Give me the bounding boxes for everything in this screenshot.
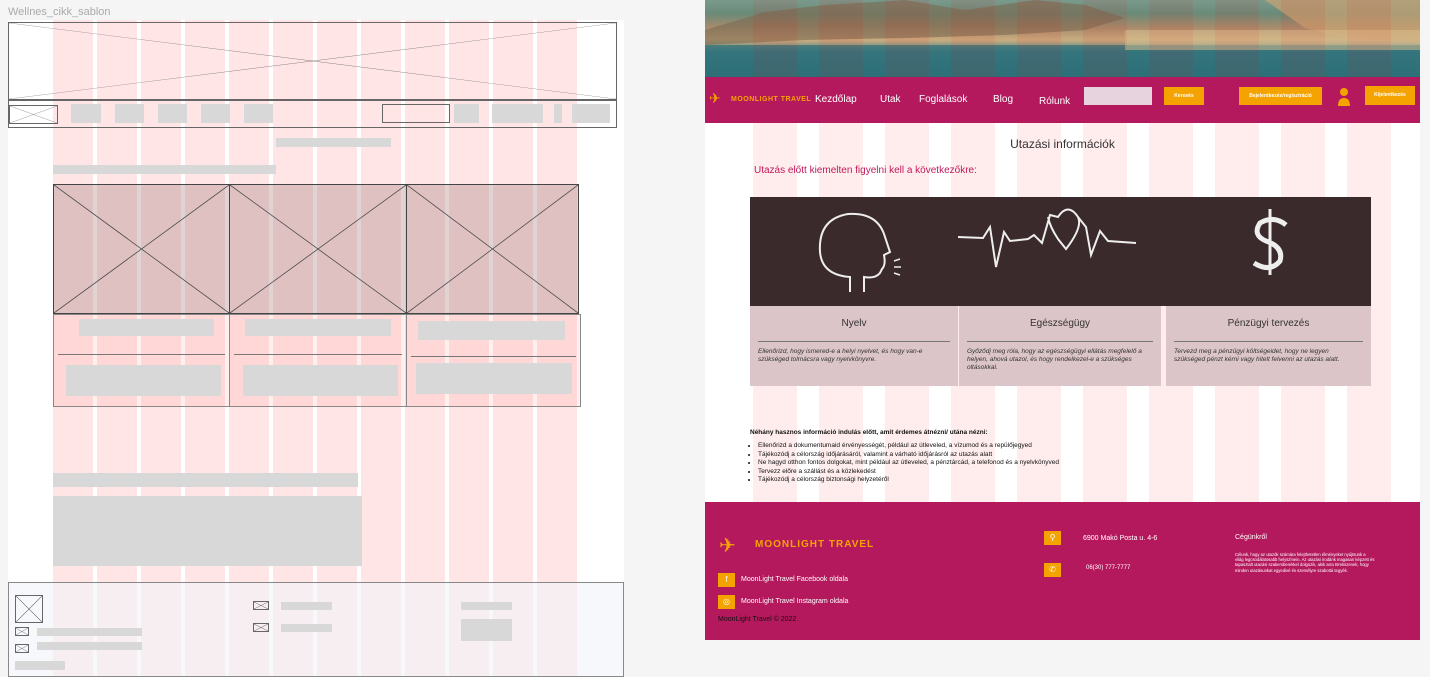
tip-item: Tájékozódj a célország időjárásáról, val… — [758, 451, 1350, 460]
card-finance: Pénzügyi tervezés Tervezd meg a pénzügyi… — [1166, 306, 1371, 386]
wf-button-placeholder — [572, 104, 610, 123]
card-title: Pénzügyi tervezés — [1227, 318, 1310, 329]
wf-footer-icon — [253, 601, 269, 610]
wf-button-placeholder — [454, 104, 479, 123]
wf-nav-item — [158, 104, 187, 123]
card-language-image — [750, 197, 958, 306]
design-frame: ✈ MOONLIGHT TRAVEL Kezdőlap Utak Foglalá… — [705, 0, 1420, 640]
tip-item: Tervezz előre a szállást és a közlekedés… — [758, 468, 1350, 477]
nav-utak[interactable]: Utak — [880, 94, 901, 105]
wf-nav-item — [115, 104, 144, 123]
wf-card-image — [229, 184, 407, 314]
wf-card-image — [53, 184, 230, 314]
frame-label: Wellnes_cikk_sablon — [8, 6, 111, 18]
page-subtitle: Utazás előtt kiemelten figyelni kell a k… — [754, 165, 977, 176]
card-finance-image — [1166, 197, 1371, 306]
site-footer: ✈ MOONLIGHT TRAVEL f MoonLight Travel Fa… — [705, 502, 1420, 640]
footer-logo-icon: ✈ — [719, 535, 736, 557]
search-input[interactable] — [1084, 87, 1152, 105]
card-title: Egészségügy — [1029, 318, 1091, 329]
user-icon[interactable] — [1337, 87, 1351, 107]
instagram-link[interactable]: MoonLight Travel Instagram oldala — [741, 598, 848, 605]
wf-card-body — [406, 314, 581, 407]
about-title: Cégünkről — [1235, 534, 1267, 541]
wf-search-placeholder — [382, 104, 450, 123]
search-button[interactable]: Keresés — [1164, 87, 1204, 105]
brand-logo-icon[interactable]: ✈ — [709, 90, 721, 107]
card-health: Egészségügy Győződj meg róla, hogy az eg… — [959, 306, 1161, 386]
logout-button[interactable]: Kijelentkezés — [1365, 86, 1415, 105]
card-text: Ellenőrizd, hogy ismered-e a helyi nyelv… — [758, 348, 923, 363]
tip-item: Ellenőrizd a dokumentumaid érvényességét… — [758, 442, 1350, 451]
wf-footer-icon — [253, 623, 269, 632]
wf-hero-placeholder — [8, 22, 617, 100]
wf-card-body — [229, 314, 407, 407]
wf-nav-item — [71, 104, 101, 123]
about-text: Célunk, hogy az utazók számára felejthet… — [1235, 552, 1375, 573]
phone-icon: ✆ — [1044, 563, 1061, 577]
wf-footer-logo — [15, 595, 43, 623]
wf-footer-icon — [15, 627, 29, 636]
nav-kezdolap[interactable]: Kezdőlap — [815, 94, 857, 105]
nav-foglalasok[interactable]: Foglalások — [919, 94, 967, 105]
page-title: Utazási információk — [1010, 137, 1115, 151]
card-text: Tervezd meg a pénzügyi költségeidet, hog… — [1174, 348, 1340, 363]
wf-title-placeholder — [276, 138, 391, 147]
location-icon: ⚲ — [1044, 531, 1061, 545]
tips-title: Néhány hasznos információ indulás előtt,… — [750, 429, 988, 436]
hero-image — [705, 0, 1420, 77]
wf-nav-item — [244, 104, 273, 123]
footer-address: 6900 Makó Posta u. 4-6 — [1083, 535, 1158, 542]
nav-blog[interactable]: Blog — [993, 94, 1013, 105]
wireframe-frame — [8, 20, 624, 677]
wf-subtitle-placeholder — [53, 165, 276, 174]
heartbeat-icon — [957, 208, 1137, 268]
wf-card-image — [406, 184, 579, 314]
wf-button-placeholder — [554, 104, 562, 123]
tip-item: Tájékozódj a célország biztonsági helyze… — [758, 476, 1350, 485]
wf-footer-icon — [15, 644, 29, 653]
login-register-button[interactable]: Bejelentkezés/regisztráció — [1239, 87, 1322, 105]
copyright-text: MoonLight Travel © 2022 — [718, 616, 797, 623]
footer-phone: 06(30) 777-7777 — [1086, 565, 1131, 571]
dollar-icon — [1252, 209, 1288, 275]
facebook-icon[interactable]: f — [718, 573, 735, 587]
main-nav: ✈ MOONLIGHT TRAVEL Kezdőlap Utak Foglalá… — [705, 77, 1420, 123]
brand-name[interactable]: MOONLIGHT TRAVEL — [731, 96, 811, 103]
tip-item: Ne hagyd otthon fontos dolgokat, mint pé… — [758, 459, 1350, 468]
card-language: Nyelv Ellenőrizd, hogy ismered-e a helyi… — [750, 306, 958, 386]
tips-list: Ellenőrizd a dokumentumaid érvényességét… — [750, 442, 1350, 485]
nav-rolunk[interactable]: Rólunk — [1039, 96, 1070, 107]
card-title: Nyelv — [841, 318, 867, 329]
wf-nav-item — [201, 104, 230, 123]
card-health-image — [957, 197, 1168, 306]
head-speaking-icon — [818, 212, 901, 292]
wf-card-body — [53, 314, 230, 407]
wf-tips-title-placeholder — [53, 473, 358, 487]
wf-logo-placeholder — [9, 105, 58, 124]
card-text: Győződj meg róla, hogy az egészségügyi e… — [967, 348, 1142, 371]
instagram-icon[interactable]: ◎ — [718, 595, 735, 609]
wf-button-placeholder — [492, 104, 543, 123]
wf-tips-list-placeholder — [53, 496, 362, 566]
footer-brand-name: MOONLIGHT TRAVEL — [755, 539, 875, 550]
facebook-link[interactable]: MoonLight Travel Facebook oldala — [741, 576, 848, 583]
